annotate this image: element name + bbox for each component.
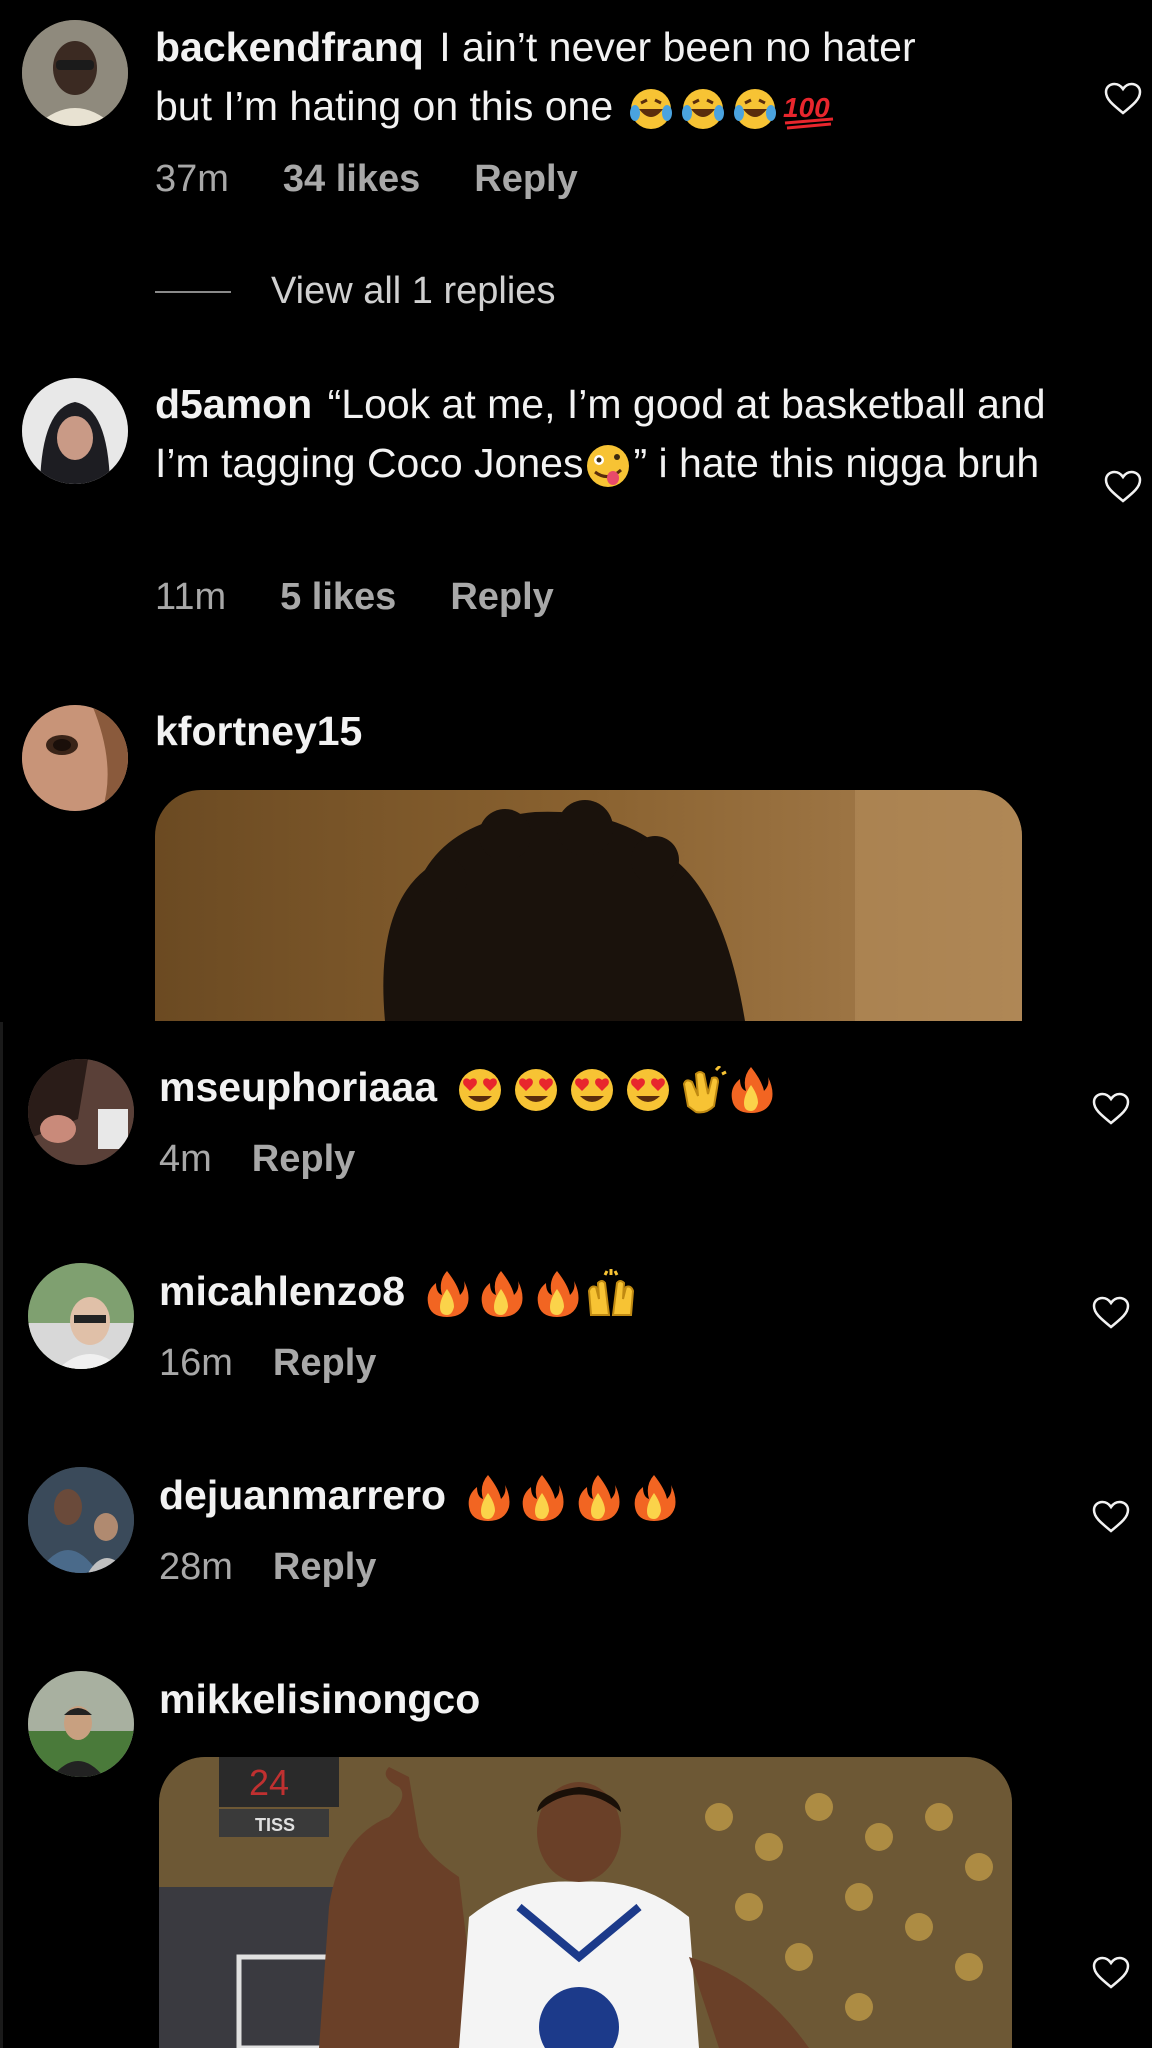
comment-username[interactable]: kfortney15 — [155, 708, 362, 754]
clapping-hands-emoji — [676, 1066, 728, 1114]
reply-button[interactable]: Reply — [252, 1138, 355, 1181]
fire-emoji — [421, 1269, 473, 1319]
avatar[interactable] — [22, 378, 128, 484]
comment-meta: 4m Reply — [159, 1138, 409, 1181]
like-heart-icon[interactable] — [1104, 82, 1142, 116]
comment-body: backendfranq I ain’t never been no hater… — [155, 18, 975, 136]
laugh-cry-emoji — [729, 87, 781, 131]
fire-emoji — [529, 1269, 585, 1319]
comment-meta: 28m Reply — [159, 1546, 430, 1589]
comment-time: 11m — [155, 576, 227, 618]
comment-meta: 11m 5 likes Reply — [155, 576, 608, 619]
reply-button[interactable]: Reply — [474, 158, 577, 201]
like-heart-icon[interactable] — [1092, 1500, 1130, 1534]
zany-face-emoji — [583, 442, 633, 490]
comment-username[interactable]: micahlenzo8 — [159, 1268, 405, 1314]
comment-time: 37m — [155, 158, 229, 200]
reply-button[interactable]: Reply — [273, 1546, 376, 1589]
fire-emoji — [473, 1269, 529, 1319]
comment-body: micahlenzo8 — [159, 1262, 637, 1321]
comment-body: mikkelisinongco — [159, 1670, 484, 1729]
scoreboard-sponsor: TISS — [255, 1815, 295, 1835]
laugh-cry-emoji — [625, 87, 677, 131]
view-replies-button[interactable]: View all 1 replies — [155, 270, 555, 313]
reply-button[interactable]: Reply — [273, 1342, 376, 1385]
avatar[interactable] — [22, 705, 128, 811]
comment-body: mseuphoriaaa — [159, 1058, 774, 1117]
comment-body: d5amon “Look at me, I’m good at basketba… — [155, 375, 1055, 493]
comment-likes[interactable]: 34 likes — [283, 158, 420, 201]
view-replies-label[interactable]: View all 1 replies — [271, 270, 555, 313]
comment-time: 28m — [159, 1546, 233, 1588]
comment-likes[interactable]: 5 likes — [280, 576, 396, 619]
comment-meta: 37m 34 likes Reply — [155, 158, 632, 201]
heart-eyes-emoji — [508, 1066, 564, 1114]
like-heart-icon[interactable] — [1092, 1296, 1130, 1330]
avatar[interactable] — [22, 20, 128, 126]
comment-body: kfortney15 — [155, 702, 366, 761]
section-edge — [0, 1022, 3, 2048]
comment-meta: 16m Reply — [159, 1342, 430, 1385]
replies-divider-line — [155, 290, 231, 293]
like-heart-icon[interactable] — [1104, 470, 1142, 504]
scoreboard-number: 24 — [249, 1762, 289, 1803]
comment-username[interactable]: mikkelisinongco — [159, 1676, 480, 1722]
like-heart-icon[interactable] — [1092, 1092, 1130, 1126]
fire-emoji — [626, 1473, 682, 1523]
fire-emoji — [570, 1473, 626, 1523]
comment-time: 16m — [159, 1342, 233, 1384]
comment-username[interactable]: d5amon — [155, 381, 312, 427]
gif-attachment[interactable] — [155, 790, 1022, 1021]
comment-username[interactable]: backendfranq — [155, 24, 424, 70]
reply-button[interactable]: Reply — [450, 576, 553, 619]
heart-eyes-emoji — [564, 1066, 620, 1114]
gif-attachment[interactable]: 24 TISS — [159, 1757, 1012, 2048]
avatar[interactable] — [28, 1671, 134, 1777]
fire-emoji — [514, 1473, 570, 1523]
hundred-emoji: 100 — [781, 87, 837, 131]
heart-eyes-emoji — [452, 1066, 508, 1114]
like-heart-icon[interactable] — [1092, 1956, 1130, 1990]
comment-username[interactable]: mseuphoriaaa — [159, 1064, 437, 1110]
avatar[interactable] — [28, 1467, 134, 1573]
avatar[interactable] — [28, 1059, 134, 1165]
avatar[interactable] — [28, 1263, 134, 1369]
fire-emoji — [462, 1473, 514, 1523]
raising-hands-emoji — [585, 1269, 637, 1319]
comment-username[interactable]: dejuanmarrero — [159, 1472, 446, 1518]
comment-time: 4m — [159, 1138, 212, 1180]
comment-body: dejuanmarrero — [159, 1466, 682, 1525]
laugh-cry-emoji — [677, 87, 729, 131]
fire-emoji — [728, 1065, 774, 1115]
heart-eyes-emoji — [620, 1066, 676, 1114]
comment-text-end: ” i hate this nigga bruh — [633, 440, 1040, 486]
